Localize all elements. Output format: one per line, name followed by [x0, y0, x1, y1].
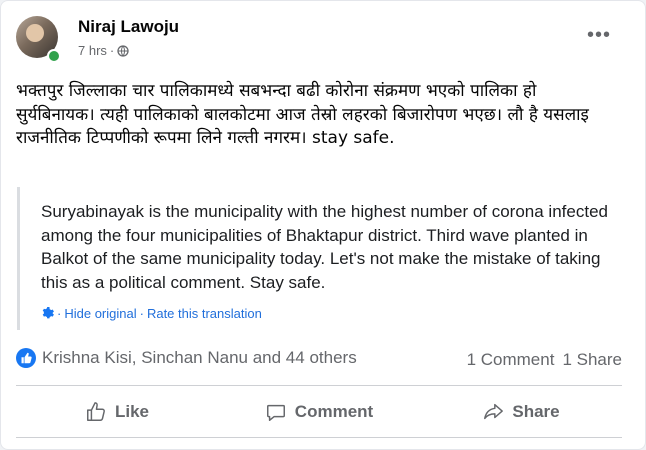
- comment-icon: [266, 404, 285, 421]
- share-arrow-icon: [484, 403, 504, 420]
- comment-label: Comment: [294, 402, 374, 421]
- link-separator: ·: [57, 306, 62, 321]
- comment-button[interactable]: Comment: [218, 387, 420, 437]
- divider: [16, 385, 622, 386]
- translation-text: Suryabinayak is the municipality with th…: [41, 202, 608, 292]
- post-card: Niraj Lawoju 7 hrs · ••• भक्तपुर जिल्लाक…: [0, 0, 646, 450]
- share-label: Share: [512, 402, 560, 421]
- post-time[interactable]: 7 hrs: [78, 43, 107, 58]
- globe-icon[interactable]: [117, 44, 129, 57]
- comment-count[interactable]: 1 Comment: [467, 350, 555, 370]
- more-options-icon[interactable]: •••: [587, 25, 611, 45]
- rate-translation-link[interactable]: Rate this translation: [147, 306, 262, 321]
- post-text: भक्तपुर जिल्लाका चार पालिकामध्ये सबभन्दा…: [16, 81, 589, 148]
- meta-separator: ·: [109, 43, 115, 58]
- like-label: Like: [114, 402, 150, 421]
- engagement-counts: 1 Comment 1 Share: [467, 350, 622, 370]
- reactions-summary[interactable]: Krishna Kisi, Sinchan Nanu and 44 others: [16, 348, 357, 368]
- translation-block: Suryabinayak is the municipality with th…: [17, 187, 620, 330]
- like-reaction-icon: [16, 348, 36, 368]
- link-separator: ·: [139, 306, 144, 321]
- divider: [16, 437, 622, 438]
- share-count[interactable]: 1 Share: [562, 350, 622, 370]
- author-name[interactable]: Niraj Lawoju: [78, 17, 179, 37]
- online-status-dot: [47, 49, 61, 63]
- thumbs-up-icon: [87, 402, 105, 421]
- gear-icon: [42, 307, 54, 319]
- reactions-text[interactable]: Krishna Kisi, Sinchan Nanu and 44 others: [42, 348, 357, 368]
- hide-original-link[interactable]: Hide original: [64, 306, 136, 321]
- post-meta: 7 hrs ·: [78, 43, 129, 58]
- action-bar: Like Comment Share: [16, 387, 622, 437]
- like-button[interactable]: Like: [16, 387, 218, 437]
- share-button[interactable]: Share: [420, 387, 622, 437]
- translation-links: · Hide original · Rate this translation: [41, 306, 262, 321]
